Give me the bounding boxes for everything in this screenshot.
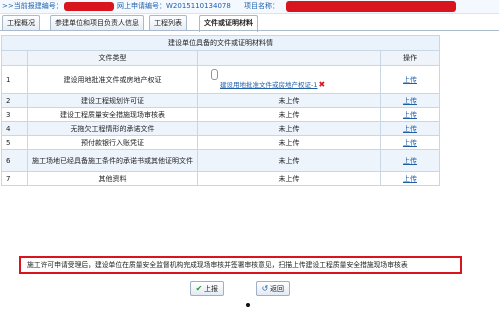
row-document-type: 建设工程质量安全措施现场审核表: [27, 107, 198, 122]
table-row: 2 建设工程规划许可证 未上传 上传: [1, 93, 440, 108]
table-row: 6 施工场地已经具备施工条件的承诺书或其他证明文件 未上传 上传: [1, 149, 440, 172]
row-index: 3: [1, 107, 28, 122]
row-document-type: 施工场地已经具备施工条件的承诺书或其他证明文件: [27, 149, 198, 172]
table-row: 7 其他资料 未上传 上传: [1, 171, 440, 186]
row-index: 7: [1, 171, 28, 186]
row-index: 4: [1, 121, 28, 136]
row-document-type: 无拖欠工程情形的承诺文件: [27, 121, 198, 136]
submit-button[interactable]: ✔ 上报: [190, 281, 224, 296]
checkmark-icon: ✔: [195, 284, 203, 293]
upload-link[interactable]: 上传: [403, 125, 417, 133]
upload-link[interactable]: 上传: [403, 175, 417, 183]
row-document-type: 建设工程规划许可证: [27, 93, 198, 108]
table-row: 3 建设工程质量安全措施现场审核表 未上传 上传: [1, 107, 440, 122]
decorative-dot: [246, 303, 250, 307]
upload-link[interactable]: 上传: [403, 97, 417, 105]
top-info-bar: >>当前报建编号： 网上申请编号：W2015110134078 项目名称：: [0, 0, 499, 14]
project-name-label: 项目名称：: [244, 2, 279, 10]
paperclip-icon: [211, 69, 218, 80]
row-document-type: 其他资料: [27, 171, 198, 186]
upload-link[interactable]: 上传: [403, 76, 417, 84]
row-status: 未上传: [197, 121, 381, 136]
tab-project-overview[interactable]: 工程概况: [2, 15, 40, 31]
redacted-project-number: [64, 2, 114, 11]
header-operation: 操作: [380, 50, 440, 66]
back-arrow-icon: ↺: [261, 284, 269, 293]
uploaded-file-link[interactable]: 建设用地批准文件或房地产权证-1: [220, 81, 317, 89]
table-row: 4 无拖欠工程情形的承诺文件 未上传 上传: [1, 121, 440, 136]
tab-participating-units[interactable]: 参建单位和项目负责人信息: [50, 15, 144, 31]
upload-link[interactable]: 上传: [403, 139, 417, 147]
notice-box: 施工许可申请受理后，建设单位在质量安全监督机构完成现场审核并签署审核意见，扫描上…: [19, 256, 462, 274]
tab-divider: [0, 30, 499, 31]
documents-table: 建设单位具备的文件或证明材料情 文件类型 操作 1 建设用地批准文件或房地产权证…: [1, 35, 440, 186]
upload-link[interactable]: 上传: [403, 157, 417, 165]
row-index: 1: [1, 65, 28, 94]
table-row: 1 建设用地批准文件或房地产权证 建设用地批准文件或房地产权证-1✖ 上传: [1, 65, 440, 94]
row-index: 5: [1, 135, 28, 150]
redacted-project-name: [286, 1, 456, 12]
row-status: 未上传: [197, 135, 381, 150]
current-project-label: >>当前报建编号：: [2, 2, 63, 10]
online-application-number: 网上申请编号：W2015110134078: [117, 2, 231, 10]
row-status: 未上传: [197, 93, 381, 108]
row-status: 未上传: [197, 107, 381, 122]
back-button-label: 返回: [270, 285, 284, 293]
header-document-type: 文件类型: [27, 50, 198, 66]
delete-file-icon[interactable]: ✖: [318, 80, 325, 89]
submit-button-label: 上报: [204, 285, 218, 293]
header-status: [197, 50, 381, 66]
row-document-type: 预付款银行入账凭证: [27, 135, 198, 150]
upload-link[interactable]: 上传: [403, 111, 417, 119]
tab-bar: 工程概况 参建单位和项目负责人信息 工程列表 文件或证明材料: [0, 15, 499, 32]
row-status: 未上传: [197, 149, 381, 172]
table-row: 5 预付款银行入账凭证 未上传 上传: [1, 135, 440, 150]
row-index: 2: [1, 93, 28, 108]
back-button[interactable]: ↺ 返回: [256, 281, 290, 296]
table-title: 建设单位具备的文件或证明材料情: [1, 35, 440, 51]
row-status: 未上传: [197, 171, 381, 186]
row-index: 6: [1, 149, 28, 172]
row-document-type: 建设用地批准文件或房地产权证: [27, 65, 198, 94]
tab-project-list[interactable]: 工程列表: [149, 15, 187, 31]
uploaded-file-cell: 建设用地批准文件或房地产权证-1✖: [197, 65, 381, 94]
header-index: [1, 50, 28, 66]
